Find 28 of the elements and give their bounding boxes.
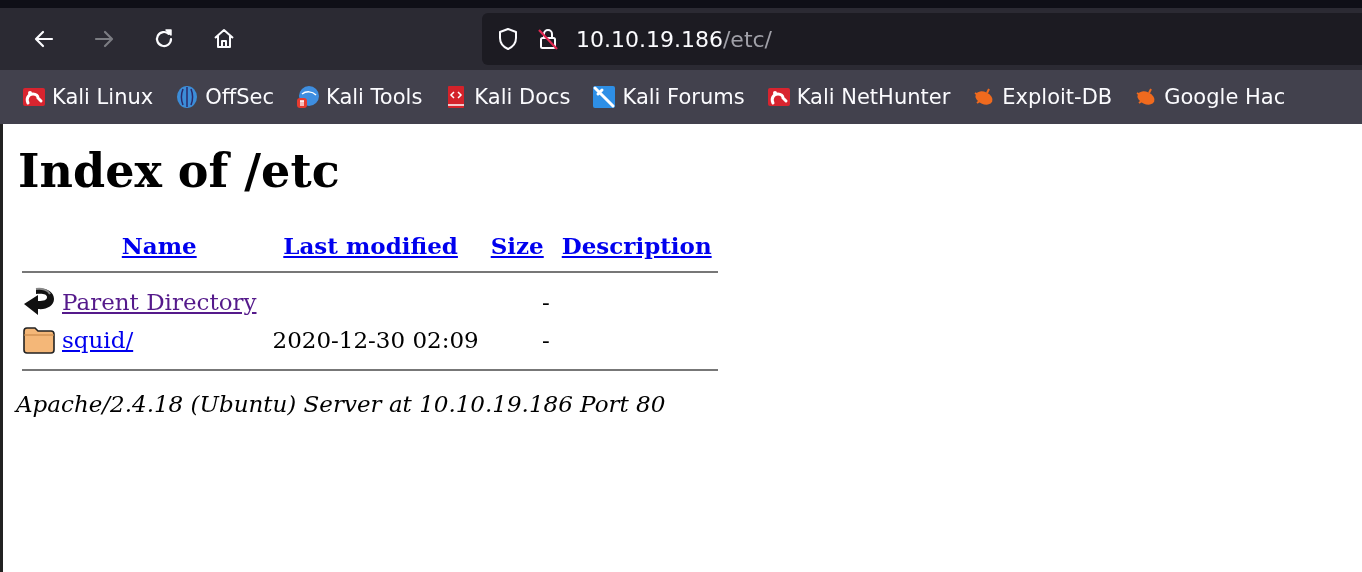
bookmark-item[interactable]: Kali Tools — [296, 85, 423, 109]
server-signature: Apache/2.4.18 (Ubuntu) Server at 10.10.19.186 Port 80 — [16, 391, 667, 417]
page-heading: Index of /etc — [18, 144, 341, 198]
shield-icon[interactable] — [496, 27, 520, 51]
url-text: 10.10.19.186/etc/ — [576, 26, 773, 52]
column-header-link[interactable]: Description — [555, 232, 718, 259]
bookmark-item[interactable]: Kali NetHunter — [766, 85, 951, 109]
bookmark-item[interactable]: Google Hac — [1134, 85, 1286, 109]
column-header-link[interactable]: Size — [484, 232, 550, 259]
size-text: - — [541, 289, 550, 315]
folder-icon — [22, 325, 56, 355]
return-arrow-icon — [22, 287, 56, 317]
home-icon[interactable] — [212, 27, 236, 51]
tools-globe-icon — [296, 85, 320, 109]
column-header-link[interactable]: Last modified — [277, 232, 464, 259]
bookmark-item[interactable]: Kali Forums — [592, 85, 745, 109]
column-header-link[interactable]: Name — [115, 232, 203, 259]
bookmark-item[interactable]: OffSec — [175, 85, 274, 109]
file-link[interactable]: Parent Directory — [62, 289, 257, 315]
striped-globe-icon — [175, 85, 200, 109]
bookmark-item[interactable]: Exploit-DB — [972, 85, 1113, 109]
date-text: 2020-12-30 02:09 — [272, 327, 479, 353]
size-text: - — [541, 327, 550, 353]
insecure-lock-icon[interactable] — [536, 27, 560, 51]
bookmark-item[interactable]: Kali Linux — [22, 85, 154, 109]
file-link[interactable]: squid/ — [62, 327, 134, 353]
bookmark-item[interactable]: Kali Docs — [444, 85, 571, 109]
address-bar[interactable]: 10.10.19.186/etc/ — [482, 13, 1362, 65]
